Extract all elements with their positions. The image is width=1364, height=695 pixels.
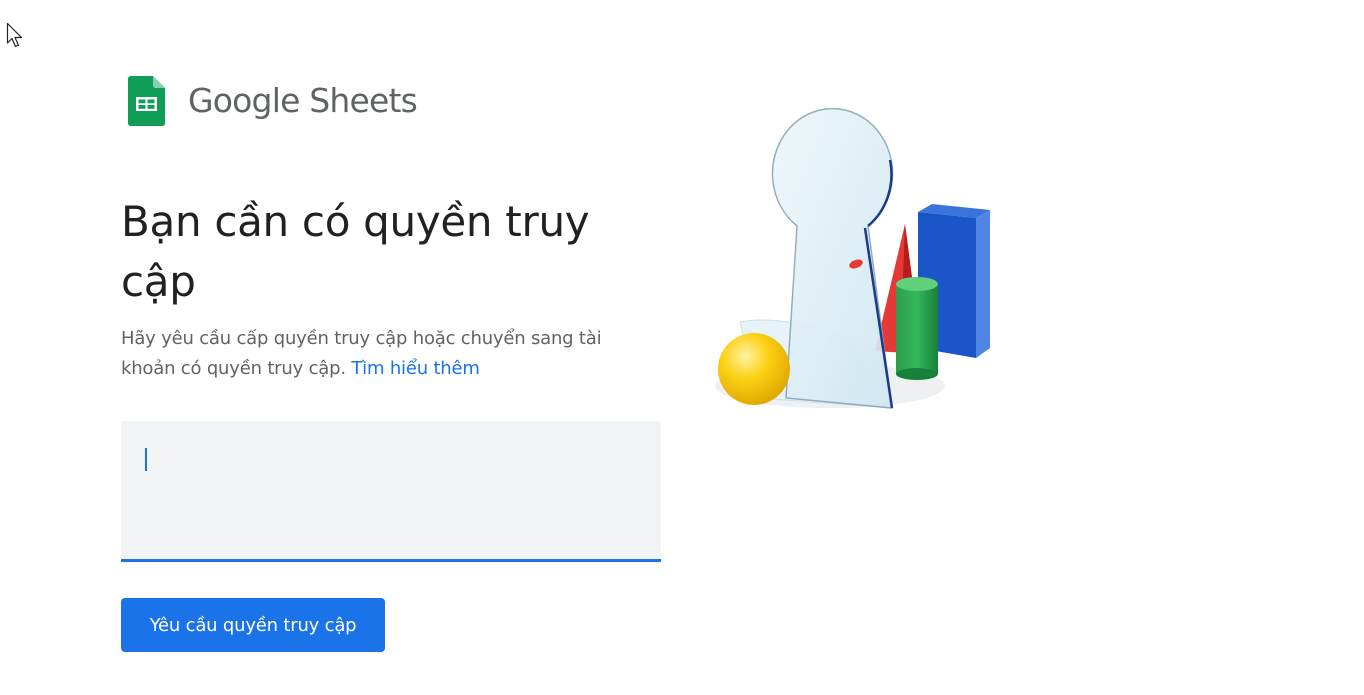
message-input[interactable] [121,421,661,562]
google-sheets-icon [128,76,165,126]
access-request-page: Google Sheets Bạn cần có quyền truy cập … [0,0,1364,695]
product-name: Google Sheets [188,81,418,120]
request-access-button[interactable]: Yêu cầu quyền truy cập [121,598,385,652]
brand-header: Google Sheets [128,76,418,126]
page-description: Hãy yêu cầu cấp quyền truy cập hoặc chuy… [121,324,656,384]
page-title: Bạn cần có quyền truy cập [121,197,590,306]
keyhole-shapes-illustration [715,107,990,409]
text-caret [145,448,147,471]
mouse-cursor-icon [6,22,23,48]
learn-more-link[interactable]: Tìm hiểu thêm [351,358,480,379]
